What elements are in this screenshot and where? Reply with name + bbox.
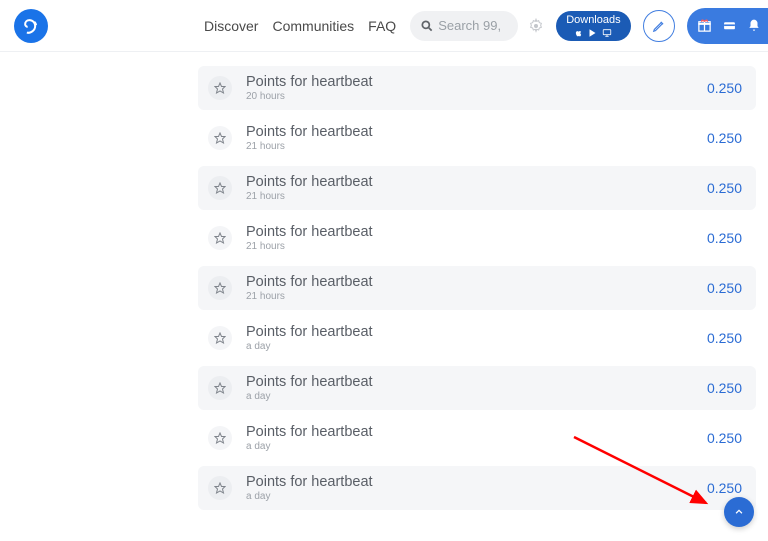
activity-list: Points for heartbeat20 hours0.250Points …: [0, 52, 768, 510]
activity-points: 0.250: [707, 130, 742, 146]
activity-text: Points for heartbeat20 hours: [246, 74, 373, 102]
downloads-label: Downloads: [566, 15, 620, 26]
header: Discover Communities FAQ Downloads: [0, 0, 768, 52]
nav-communities[interactable]: Communities: [272, 18, 354, 34]
bell-icon[interactable]: [747, 18, 761, 33]
activity-title: Points for heartbeat: [246, 174, 373, 190]
activity-text: Points for heartbeat21 hours: [246, 274, 373, 302]
activity-time: 21 hours: [246, 141, 373, 152]
play-icon: [588, 28, 597, 38]
activity-row[interactable]: Points for heartbeat21 hours 0.250: [198, 216, 756, 260]
search-box[interactable]: [410, 11, 518, 41]
activity-text: Points for heartbeat21 hours: [246, 174, 373, 202]
gift-icon[interactable]: [697, 18, 712, 33]
activity-text: Points for heartbeata day: [246, 474, 373, 502]
activity-points: 0.250: [707, 380, 742, 396]
activity-time: a day: [246, 391, 373, 402]
activity-points: 0.250: [707, 80, 742, 96]
search-icon: [420, 19, 434, 33]
star-icon[interactable]: [208, 476, 232, 500]
activity-title: Points for heartbeat: [246, 124, 373, 140]
activity-row[interactable]: Points for heartbeata day 0.250: [198, 416, 756, 460]
star-icon[interactable]: [208, 176, 232, 200]
activity-title: Points for heartbeat: [246, 474, 373, 490]
nav-discover[interactable]: Discover: [204, 18, 258, 34]
activity-points: 0.250: [707, 180, 742, 196]
star-icon[interactable]: [208, 276, 232, 300]
star-icon[interactable]: [208, 376, 232, 400]
activity-title: Points for heartbeat: [246, 74, 373, 90]
activity-time: a day: [246, 491, 373, 502]
blurt-logo[interactable]: [14, 9, 48, 43]
download-platform-icons: [574, 28, 612, 38]
scroll-to-top-button[interactable]: [724, 497, 754, 527]
activity-title: Points for heartbeat: [246, 224, 373, 240]
user-cluster: [687, 8, 768, 44]
star-icon[interactable]: [208, 126, 232, 150]
activity-text: Points for heartbeata day: [246, 424, 373, 452]
activity-text: Points for heartbeata day: [246, 374, 373, 402]
apple-icon: [574, 28, 583, 38]
activity-time: 21 hours: [246, 191, 373, 202]
search-input[interactable]: [438, 18, 508, 33]
activity-points: 0.250: [707, 280, 742, 296]
activity-title: Points for heartbeat: [246, 274, 373, 290]
activity-row[interactable]: Points for heartbeata day 0.250: [198, 316, 756, 360]
main-nav: Discover Communities FAQ: [204, 18, 396, 34]
activity-points: 0.250: [707, 230, 742, 246]
activity-time: a day: [246, 441, 373, 452]
activity-text: Points for heartbeat21 hours: [246, 124, 373, 152]
nav-faq[interactable]: FAQ: [368, 18, 396, 34]
activity-row[interactable]: Points for heartbeata day 0.250: [198, 466, 756, 510]
activity-row[interactable]: Points for heartbeat21 hours 0.250: [198, 266, 756, 310]
activity-title: Points for heartbeat: [246, 324, 373, 340]
star-icon[interactable]: [208, 226, 232, 250]
activity-title: Points for heartbeat: [246, 424, 373, 440]
activity-points: 0.250: [707, 330, 742, 346]
activity-title: Points for heartbeat: [246, 374, 373, 390]
activity-time: 20 hours: [246, 91, 373, 102]
settings-icon[interactable]: [528, 18, 544, 34]
activity-points: 0.250: [707, 430, 742, 446]
activity-time: a day: [246, 341, 373, 352]
activity-row[interactable]: Points for heartbeat21 hours 0.250: [198, 166, 756, 210]
activity-row[interactable]: Points for heartbeat21 hours 0.250: [198, 116, 756, 160]
star-icon[interactable]: [208, 326, 232, 350]
activity-row[interactable]: Points for heartbeat20 hours 0.250: [198, 66, 756, 110]
downloads-button[interactable]: Downloads: [556, 11, 630, 41]
activity-time: 21 hours: [246, 241, 373, 252]
activity-text: Points for heartbeata day: [246, 324, 373, 352]
activity-row[interactable]: Points for heartbeata day 0.250: [198, 366, 756, 410]
desktop-icon: [602, 28, 612, 38]
star-icon[interactable]: [208, 76, 232, 100]
wallet-icon[interactable]: [722, 19, 737, 32]
activity-text: Points for heartbeat21 hours: [246, 224, 373, 252]
compose-button[interactable]: [643, 10, 675, 42]
activity-time: 21 hours: [246, 291, 373, 302]
star-icon[interactable]: [208, 426, 232, 450]
activity-points: 0.250: [707, 480, 742, 496]
